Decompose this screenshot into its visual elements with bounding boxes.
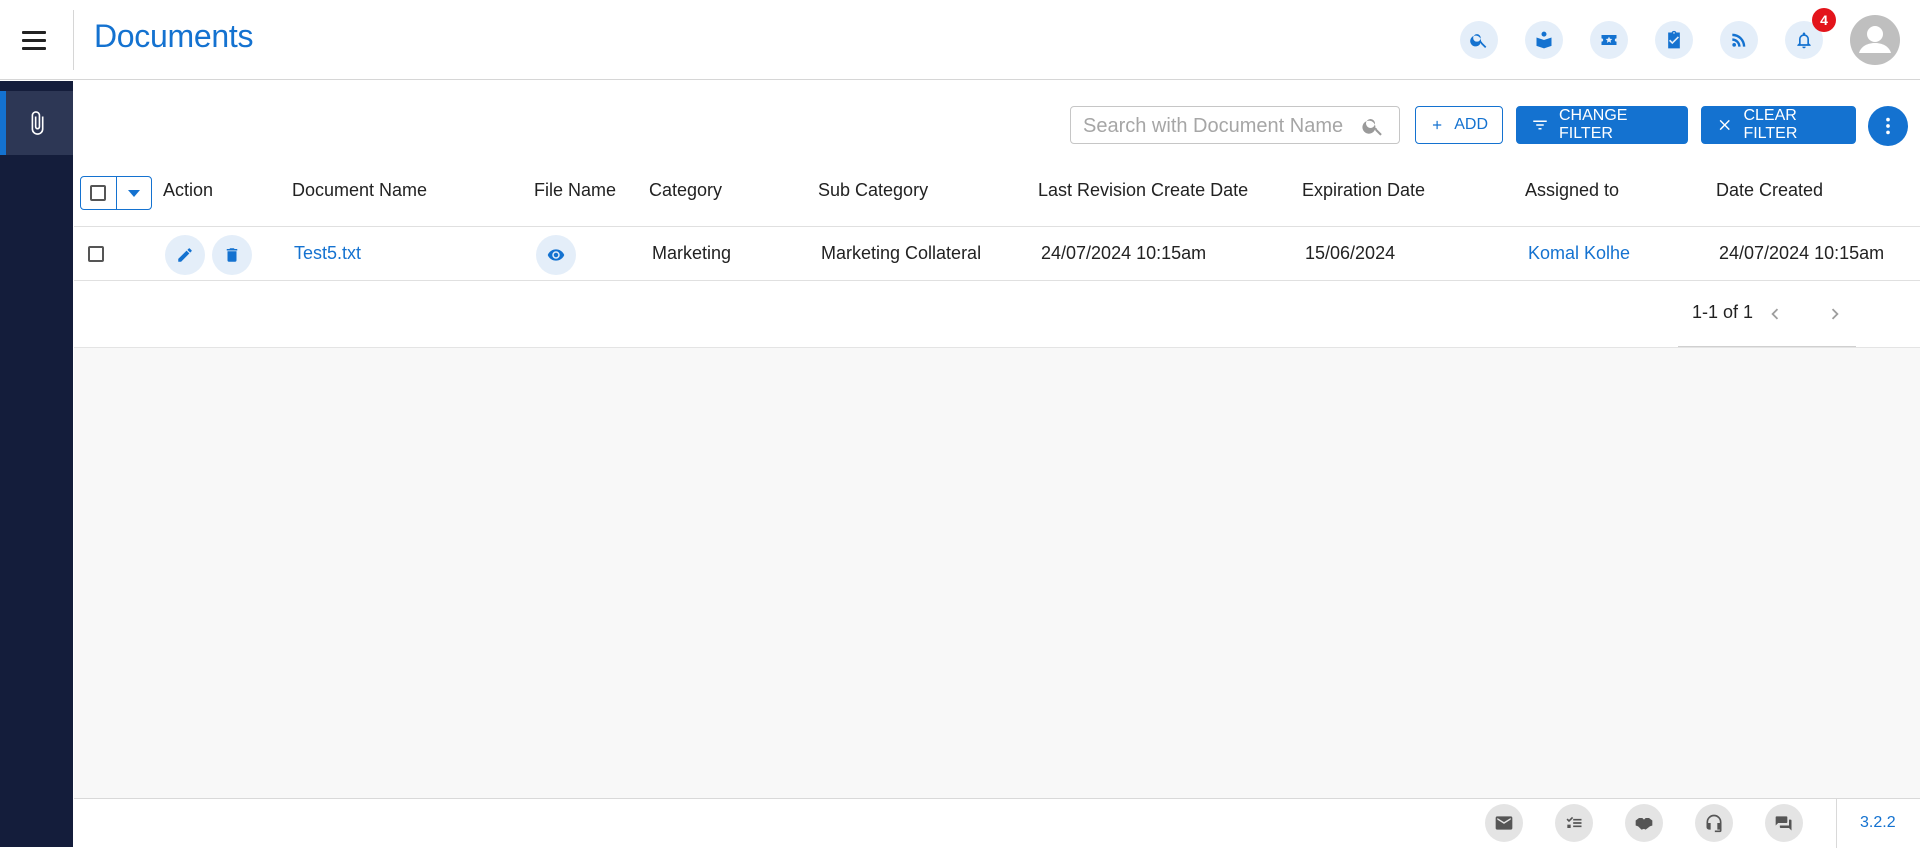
prev-page-button[interactable]: [1760, 299, 1790, 329]
menu-icon[interactable]: [20, 28, 48, 52]
delete-button[interactable]: [212, 235, 252, 275]
header-divider: [73, 10, 74, 70]
column-header-assigned-to[interactable]: Assigned to: [1525, 180, 1619, 201]
expiration-date-cell: 15/06/2024: [1305, 243, 1396, 263]
clear-filter-button[interactable]: CLEAR FILTER: [1701, 106, 1856, 144]
add-button-label: ADD: [1454, 116, 1488, 133]
filter-icon: [1533, 120, 1547, 130]
more-vert-icon: [1886, 117, 1890, 135]
ticket-icon[interactable]: [1590, 21, 1628, 59]
search-input[interactable]: [1070, 106, 1400, 144]
column-header-category[interactable]: Category: [649, 180, 722, 201]
app-version: 3.2.2: [1860, 814, 1896, 831]
column-header-action: Action: [163, 180, 214, 200]
book-reader-icon[interactable]: [1525, 21, 1563, 59]
rss-feed-icon[interactable]: [1720, 21, 1758, 59]
pagination-underline: [1678, 346, 1856, 347]
sidebar-item-documents[interactable]: [0, 91, 73, 155]
column-header-last-revision[interactable]: Last Revision Create Date: [1038, 180, 1248, 201]
search-field[interactable]: [1081, 113, 1353, 139]
plus-icon: [1432, 120, 1442, 130]
add-button[interactable]: ADD: [1415, 106, 1503, 144]
handshake-icon[interactable]: [1625, 804, 1663, 842]
avatar[interactable]: [1850, 15, 1900, 65]
more-options-button[interactable]: [1868, 106, 1908, 146]
document-name-link[interactable]: Test5.txt: [294, 243, 361, 264]
column-header-date-created[interactable]: Date Created: [1716, 180, 1823, 201]
app-header: Documents 4: [0, 0, 1920, 80]
table-header: Action Document Name File Name Category …: [74, 174, 1920, 208]
column-header-expiration-date[interactable]: Expiration Date: [1302, 180, 1425, 201]
date-created-cell: 24/07/2024 10:15am: [1719, 243, 1885, 263]
view-file-button[interactable]: [536, 235, 576, 275]
edit-button[interactable]: [165, 235, 205, 275]
page-title: Documents: [94, 18, 254, 54]
footer-divider: [1836, 799, 1837, 848]
row-checkbox[interactable]: [88, 246, 104, 262]
mail-icon[interactable]: [1485, 804, 1523, 842]
active-indicator: [0, 91, 6, 155]
user-icon: [1859, 26, 1891, 53]
checklist-icon[interactable]: [1555, 804, 1593, 842]
last-revision-cell: 24/07/2024 10:15am: [1041, 243, 1207, 263]
assigned-to-link[interactable]: Komal Kolhe: [1528, 243, 1630, 264]
chevron-left-icon: [1771, 308, 1779, 320]
next-page-button[interactable]: [1820, 299, 1850, 329]
table-row: Test5.txt Marketing Marketing Collateral…: [74, 227, 1920, 280]
footer-bar: 3.2.2: [74, 798, 1920, 848]
sidebar: [0, 81, 73, 847]
chat-icon[interactable]: [1765, 804, 1803, 842]
pagination-range: 1-1 of 1: [1692, 302, 1754, 322]
search-icon[interactable]: [1460, 21, 1498, 59]
column-header-file-name[interactable]: File Name: [534, 180, 616, 201]
category-cell: Marketing: [652, 243, 732, 263]
main-content: ADD CHANGE FILTER CLEAR FILTER Action Do…: [74, 81, 1920, 847]
notification-badge: 4: [1812, 8, 1836, 32]
headset-icon[interactable]: [1695, 804, 1733, 842]
column-header-document-name[interactable]: Document Name: [292, 180, 427, 201]
trash-icon: [226, 248, 238, 262]
eye-icon: [547, 249, 565, 261]
change-filter-label: CHANGE FILTER: [1558, 107, 1628, 142]
chevron-right-icon: [1831, 308, 1839, 320]
clipboard-check-icon[interactable]: [1655, 21, 1693, 59]
row-divider-line: [74, 280, 1920, 281]
documents-panel: ADD CHANGE FILTER CLEAR FILTER Action Do…: [74, 81, 1920, 348]
search-icon[interactable]: [1361, 114, 1385, 138]
close-icon: [1719, 119, 1730, 131]
paperclip-icon: [31, 111, 43, 135]
column-header-sub-category[interactable]: Sub Category: [818, 180, 928, 201]
pencil-icon: [178, 248, 192, 262]
clear-filter-label: CLEAR FILTER: [1743, 107, 1798, 142]
change-filter-button[interactable]: CHANGE FILTER: [1516, 106, 1688, 144]
sub-category-cell: Marketing Collateral: [821, 243, 982, 263]
